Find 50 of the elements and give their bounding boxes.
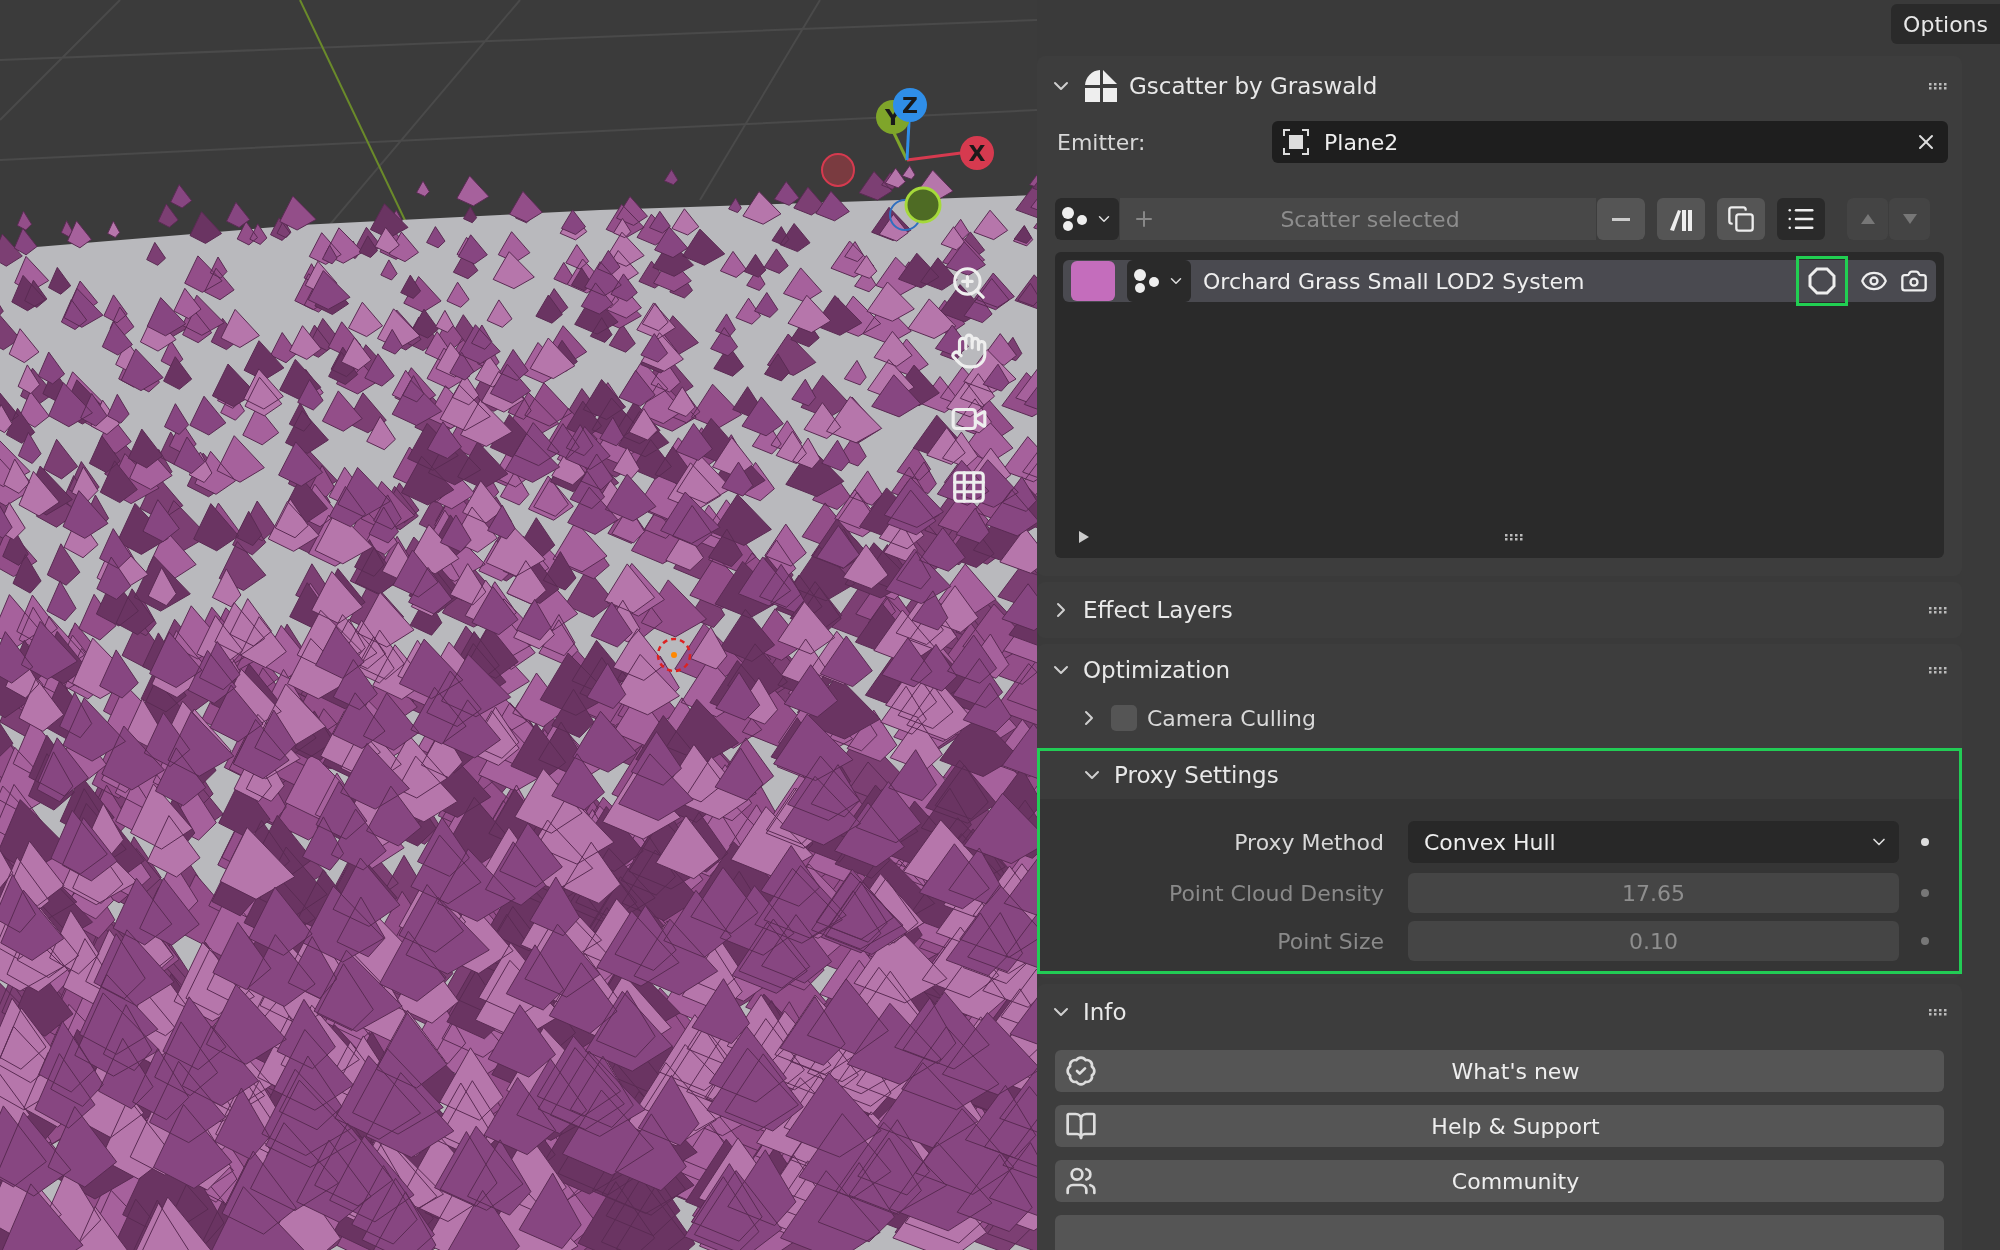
- emitter-label: Emitter:: [1057, 129, 1147, 155]
- panel-title: Optimization: [1083, 657, 1232, 683]
- keyframe-dot-icon[interactable]: [1921, 889, 1929, 897]
- panel-title: Info: [1083, 999, 1128, 1025]
- remove-button[interactable]: [1597, 198, 1645, 240]
- drag-grip-icon[interactable]: [1928, 606, 1948, 614]
- drag-grip-icon[interactable]: [1503, 533, 1524, 541]
- panel-title: Effect Layers: [1083, 597, 1234, 623]
- expand-triangle-icon[interactable]: [1077, 530, 1091, 544]
- object-icon: [1282, 128, 1310, 156]
- camera-culling-label: Camera Culling: [1147, 705, 1316, 731]
- link-button[interactable]: Community: [1055, 1160, 1944, 1202]
- logo-icon: [1083, 68, 1119, 104]
- octagon-outline-icon[interactable]: [1807, 266, 1837, 296]
- subpanel-title: Proxy Settings: [1114, 762, 1280, 788]
- help-book-icon: [1065, 1110, 1097, 1142]
- panel-title: Gscatter by Graswald: [1129, 73, 1379, 99]
- list-button[interactable]: [1777, 198, 1825, 240]
- checkbox[interactable]: [1111, 705, 1137, 731]
- library-button[interactable]: [1657, 198, 1705, 240]
- field-label: Point Size: [1276, 928, 1385, 954]
- link-button[interactable]: Help & Support: [1055, 1105, 1944, 1147]
- copy-icon: [1727, 205, 1755, 233]
- grid-icon[interactable]: [950, 468, 988, 506]
- drag-grip-icon[interactable]: [1928, 1008, 1948, 1016]
- field-label: Point Cloud Density: [1167, 880, 1385, 906]
- badge-check-icon: [1065, 1055, 1097, 1087]
- minus-icon: [1612, 217, 1630, 221]
- emitter-field[interactable]: Plane2: [1272, 121, 1948, 163]
- proxy-method-dropdown[interactable]: Convex Hull: [1408, 821, 1899, 863]
- negative-y-handle-icon[interactable]: [904, 186, 942, 224]
- up-triangle-icon: [1859, 213, 1876, 225]
- keyframe-dot-icon[interactable]: [1921, 937, 1929, 945]
- axis-handle[interactable]: X: [960, 136, 994, 170]
- zoom-icon[interactable]: [950, 264, 988, 302]
- link-button[interactable]: What's new: [1055, 1050, 1944, 1092]
- color-swatch[interactable]: [1071, 261, 1115, 301]
- scatter-type-dropdown[interactable]: [1055, 198, 1119, 240]
- options-button[interactable]: Options: [1891, 4, 2000, 44]
- keyframe-dot-icon[interactable]: [1921, 838, 1929, 846]
- down-triangle-icon: [1901, 213, 1918, 225]
- drag-grip-icon[interactable]: [1928, 666, 1948, 674]
- 3d-cursor-icon: [654, 635, 694, 675]
- field-label: Proxy Method: [1233, 829, 1385, 855]
- people-icon: [1065, 1165, 1097, 1197]
- negative-x-handle-icon[interactable]: [821, 153, 855, 187]
- duplicate-button[interactable]: [1717, 198, 1765, 240]
- drag-grip-icon[interactable]: [1928, 82, 1948, 90]
- scatter-system-name: Orchard Grass Small LOD2 System: [1203, 268, 1586, 294]
- hand-icon[interactable]: [950, 332, 988, 370]
